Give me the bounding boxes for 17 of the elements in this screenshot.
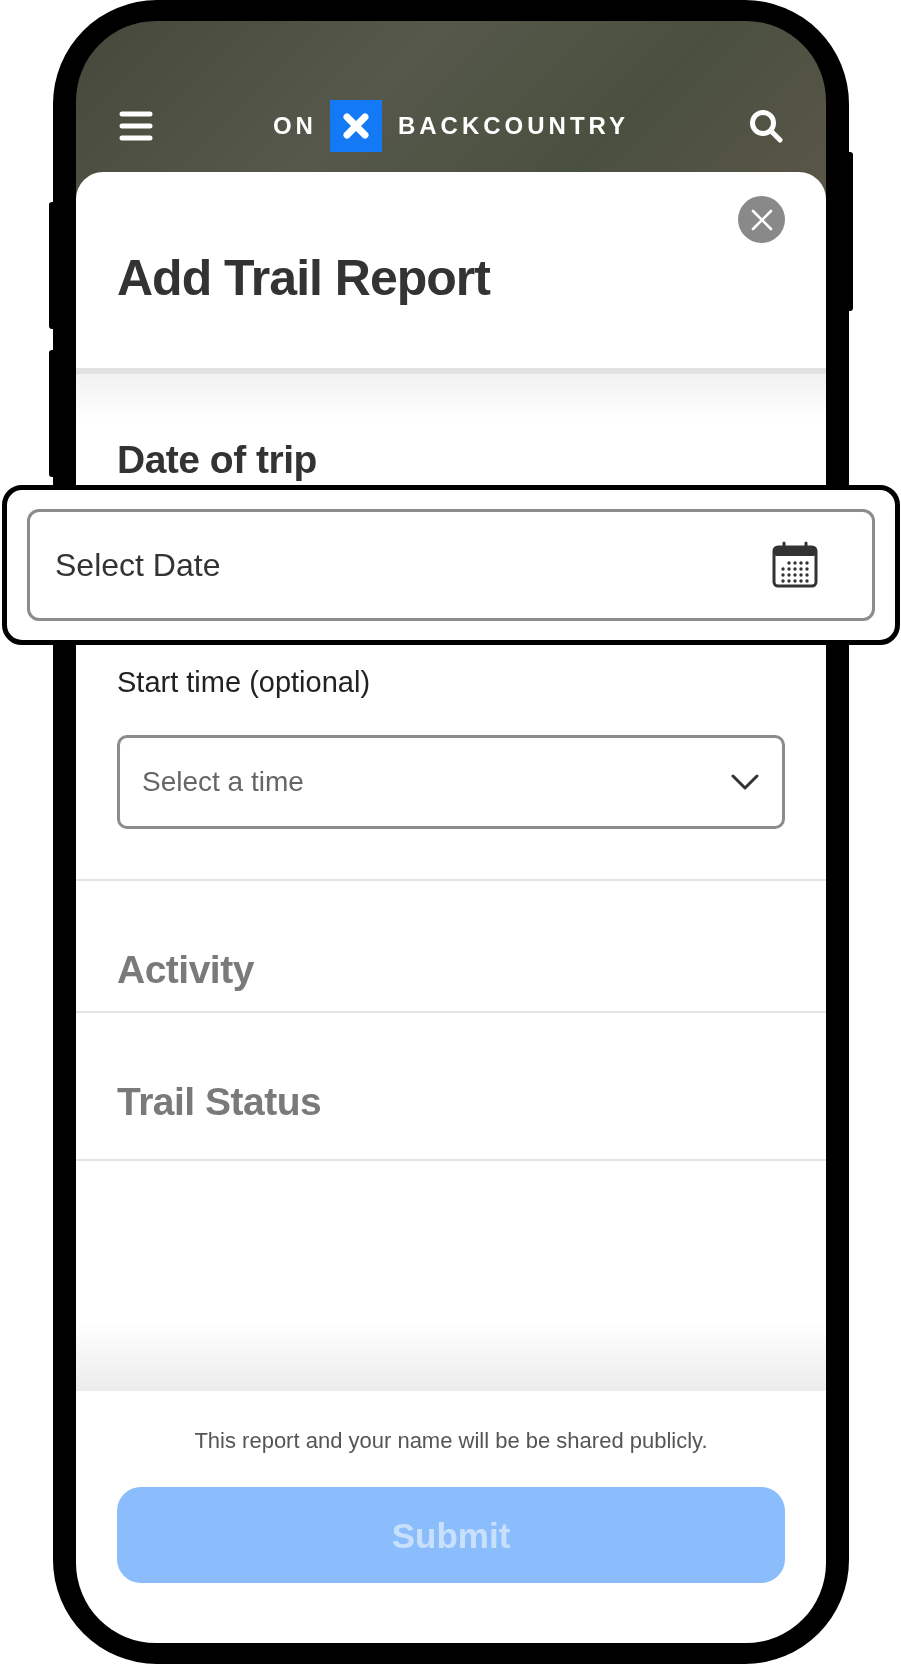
menu-icon [119, 111, 153, 141]
logo-text: BACKCOUNTRY [397, 114, 630, 138]
close-icon [750, 208, 773, 231]
search-button[interactable] [749, 109, 783, 143]
time-select[interactable]: Select a time [117, 735, 785, 829]
field-label: Start time (optional) [117, 668, 371, 697]
chevron-down-icon [731, 773, 759, 791]
calendar-icon [771, 541, 819, 589]
menu-button[interactable] [119, 111, 153, 141]
modal-title: Add Trail Report [117, 253, 490, 303]
search-icon [749, 109, 783, 143]
section-heading: Date of trip [117, 440, 317, 479]
logo-text: ON [272, 114, 317, 138]
date-field[interactable]: Select Date [27, 509, 875, 621]
logo-mark-icon [329, 100, 382, 152]
close-button[interactable] [738, 196, 785, 243]
privacy-notice: This report and your name will be be shared publicly. [194, 1430, 708, 1452]
